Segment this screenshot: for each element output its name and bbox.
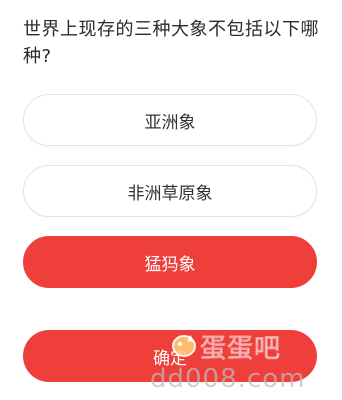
option-label: 猛犸象 [144, 254, 196, 275]
question-text: 世界上现存的三种大象不包括以下哪种? [23, 19, 319, 67]
option-asian-elephant[interactable]: 亚洲象 [23, 94, 317, 146]
option-african-savanna-elephant[interactable]: 非洲草原象 [23, 165, 317, 217]
confirm-button[interactable]: 确定 [23, 330, 317, 382]
option-label: 非洲草原象 [127, 183, 213, 204]
option-mammoth[interactable]: 猛犸象 [23, 236, 317, 288]
quiz-page: 世界上现存的三种大象不包括以下哪种? 亚洲象 非洲草原象 猛犸象 确定 蛋蛋吧 … [0, 0, 342, 400]
confirm-label: 确定 [153, 348, 187, 369]
option-label: 亚洲象 [144, 112, 196, 133]
